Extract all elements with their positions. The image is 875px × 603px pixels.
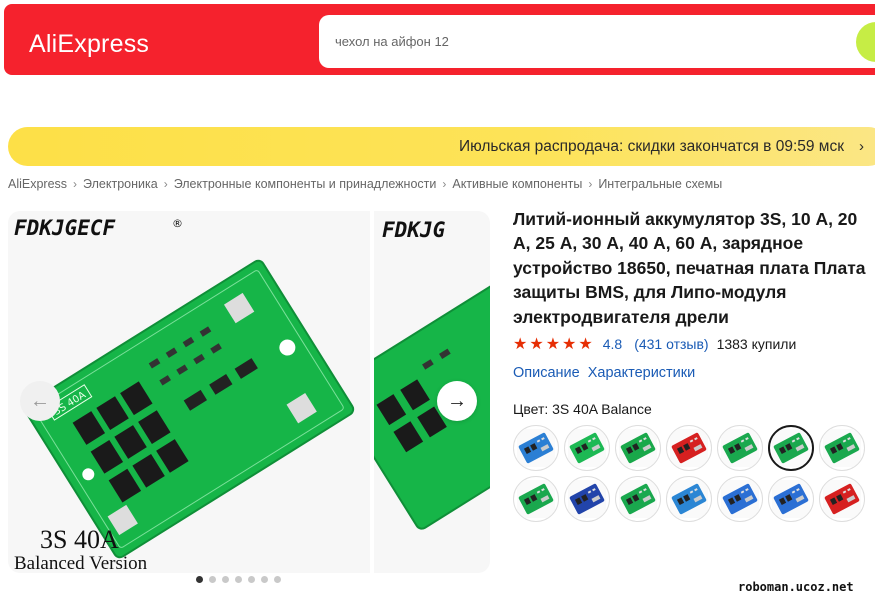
product-tabs: Описание Характеристики (513, 365, 695, 381)
color-swatch-variant-13[interactable] (768, 476, 814, 522)
chevron-right-icon: › (859, 138, 864, 155)
rating-score[interactable]: 4.8 (603, 336, 622, 352)
header: AliExpress (4, 4, 875, 75)
search-button[interactable] (856, 22, 875, 62)
caption-sub: Balanced Version (14, 553, 148, 573)
color-swatch-variant-14[interactable] (819, 476, 865, 522)
color-swatch-variant-4[interactable] (666, 425, 712, 471)
breadcrumb-item[interactable]: Активные компоненты (452, 177, 582, 191)
chevron-right-icon: › (588, 177, 593, 191)
arrow-left-icon[interactable]: ← (20, 381, 60, 421)
promo-banner[interactable]: Июльская распродача: скидки закончатся в… (8, 127, 875, 166)
color-label: Цвет: 3S 40A Balance (513, 401, 652, 417)
gallery-dot[interactable] (248, 576, 255, 583)
image-gallery: FDKJGECF ® 3S 40A 3S 40A Balanced Versio… (8, 211, 490, 573)
promo-text: Июльская распродача: скидки закончатся в… (458, 138, 844, 155)
breadcrumb: AliExpress › Электроника › Электронные к… (8, 177, 722, 191)
star-rating-icon: ★★★★★ (513, 336, 595, 353)
gallery-dots (196, 576, 281, 583)
chevron-right-icon: › (442, 177, 447, 191)
gallery-dot[interactable] (209, 576, 216, 583)
color-swatch-variant-1[interactable] (513, 425, 559, 471)
arrow-right-icon[interactable]: → (437, 381, 477, 421)
gallery-dot[interactable] (196, 576, 203, 583)
sold-count: 1383 купили (716, 336, 797, 352)
breadcrumb-item[interactable]: Интегральные схемы (598, 177, 722, 191)
product-title: Литий-ионный аккумулятор 3S, 10 А, 20 А,… (513, 209, 866, 327)
aliexpress-logo[interactable]: AliExpress (29, 30, 149, 59)
svg-text:FDKJG: FDKJG (382, 218, 446, 242)
color-swatches (513, 425, 865, 522)
chevron-right-icon: › (73, 177, 78, 191)
breadcrumb-item[interactable]: Электронные компоненты и принадлежности (174, 177, 437, 191)
search-input[interactable] (335, 15, 835, 68)
chevron-right-icon: › (163, 177, 168, 191)
tab-specifications[interactable]: Характеристики (588, 365, 696, 381)
color-swatch-variant-10[interactable] (615, 476, 661, 522)
color-swatch-variant-9[interactable] (564, 476, 610, 522)
color-swatch-variant-7[interactable] (819, 425, 865, 471)
search-bar (319, 15, 875, 68)
breadcrumb-item[interactable]: AliExpress (8, 177, 67, 191)
reviews-link[interactable]: (431 отзыв) (634, 336, 708, 352)
color-swatch-variant-11[interactable] (666, 476, 712, 522)
color-swatch-variant-5[interactable] (717, 425, 763, 471)
gallery-dot[interactable] (235, 576, 242, 583)
svg-text:®: ® (172, 217, 183, 230)
color-swatch-variant-12[interactable] (717, 476, 763, 522)
brand-text: FDKJGECF (14, 216, 116, 240)
product-page: AliExpress Июльская распродача: скидки з… (0, 0, 875, 603)
breadcrumb-item[interactable]: Электроника (83, 177, 158, 191)
product-image-main[interactable]: FDKJGECF ® 3S 40A 3S 40A Balanced Versio… (8, 211, 370, 573)
color-swatch-variant-2[interactable] (564, 425, 610, 471)
watermark: roboman.ucoz.net (738, 580, 854, 594)
gallery-dot[interactable] (274, 576, 281, 583)
color-swatch-variant-6[interactable] (768, 425, 814, 471)
caption-main: 3S 40A (40, 525, 119, 554)
rating-row: ★★★★★ 4.8 (431 отзыв) 1383 купили (513, 334, 796, 354)
color-swatch-variant-3[interactable] (615, 425, 661, 471)
gallery-dot[interactable] (222, 576, 229, 583)
color-swatch-variant-8[interactable] (513, 476, 559, 522)
tab-description[interactable]: Описание (513, 365, 580, 381)
gallery-dot[interactable] (261, 576, 268, 583)
